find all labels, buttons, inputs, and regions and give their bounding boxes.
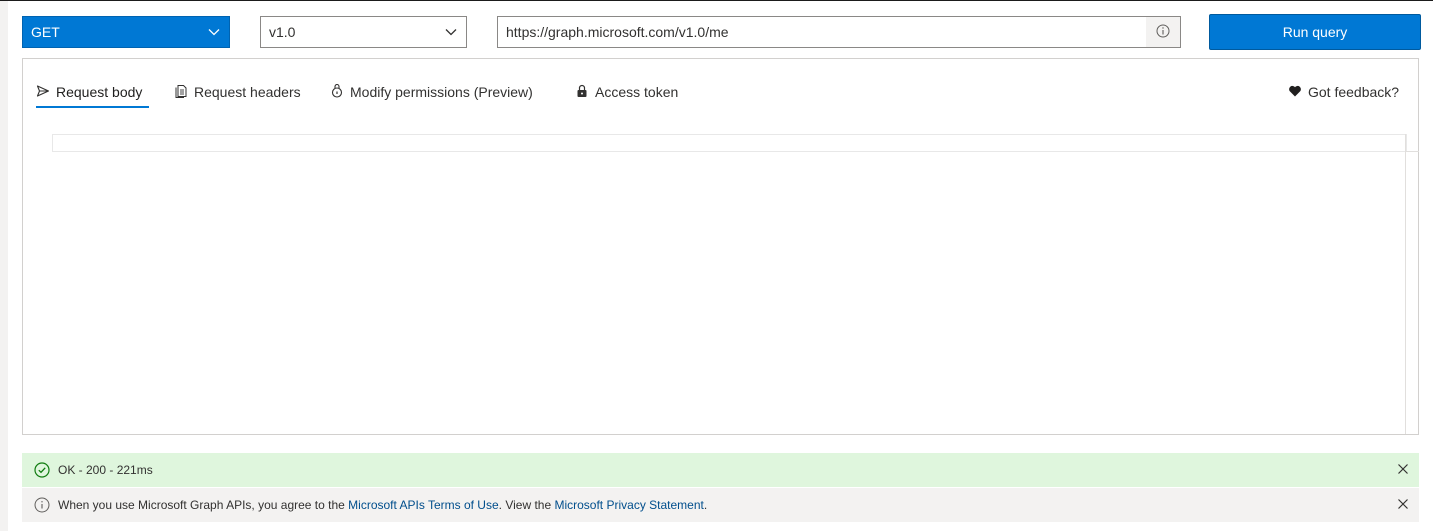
close-icon[interactable] bbox=[1397, 463, 1409, 478]
notice-middle: . View the bbox=[498, 498, 555, 512]
feedback-button[interactable]: Got feedback? bbox=[1288, 75, 1399, 109]
info-icon bbox=[1156, 24, 1170, 41]
notice-prefix: When you use Microsoft Graph APIs, you a… bbox=[58, 498, 349, 512]
scrollbar-thumb[interactable] bbox=[1406, 134, 1419, 152]
editor-current-line bbox=[52, 134, 1407, 152]
status-message-bar: OK - 200 - 221ms bbox=[22, 453, 1419, 487]
editor-scrollbar[interactable] bbox=[1405, 134, 1419, 434]
heart-icon bbox=[1288, 84, 1302, 101]
api-version-dropdown[interactable]: v1.0 bbox=[260, 16, 467, 48]
request-panel: Request body Request headers Modify perm… bbox=[22, 58, 1419, 435]
window-top-border bbox=[0, 0, 1433, 1]
chevron-down-icon bbox=[444, 25, 458, 42]
check-circle-icon bbox=[34, 462, 50, 478]
tab-request-body[interactable]: Request body bbox=[36, 75, 142, 109]
info-icon bbox=[34, 497, 50, 513]
lock-icon bbox=[575, 84, 589, 101]
send-icon bbox=[36, 84, 50, 101]
close-icon[interactable] bbox=[1397, 498, 1409, 513]
tab-request-headers[interactable]: Request headers bbox=[174, 75, 301, 109]
tab-label: Request body bbox=[56, 84, 143, 100]
permissions-icon bbox=[330, 83, 344, 101]
left-sidebar-edge bbox=[0, 1, 8, 531]
status-text: OK - 200 - 221ms bbox=[58, 463, 153, 477]
tab-label: Request headers bbox=[194, 84, 301, 100]
query-url-field[interactable] bbox=[497, 16, 1181, 48]
query-url-input[interactable] bbox=[506, 17, 1136, 47]
http-method-value: GET bbox=[31, 24, 60, 40]
tab-access-token[interactable]: Access token bbox=[575, 75, 678, 109]
chevron-down-icon bbox=[207, 25, 221, 42]
notice-text: When you use Microsoft Graph APIs, you a… bbox=[58, 498, 707, 512]
request-body-editor[interactable] bbox=[52, 134, 1419, 434]
tab-label: Modify permissions (Preview) bbox=[350, 84, 533, 100]
feedback-label: Got feedback? bbox=[1308, 84, 1400, 100]
http-method-dropdown[interactable]: GET bbox=[22, 16, 230, 48]
terms-notice-bar: When you use Microsoft Graph APIs, you a… bbox=[22, 488, 1419, 522]
active-tab-indicator bbox=[36, 106, 149, 108]
tab-modify-permissions[interactable]: Modify permissions (Preview) bbox=[330, 75, 533, 109]
api-version-value: v1.0 bbox=[269, 24, 296, 40]
url-info-button[interactable] bbox=[1146, 17, 1180, 47]
tab-label: Access token bbox=[595, 84, 679, 100]
terms-of-use-link[interactable]: Microsoft APIs Terms of Use bbox=[348, 498, 499, 512]
notice-suffix: . bbox=[703, 498, 708, 512]
document-icon bbox=[174, 84, 188, 101]
privacy-statement-link[interactable]: Microsoft Privacy Statement bbox=[554, 498, 703, 512]
run-query-button[interactable]: Run query bbox=[1209, 14, 1421, 50]
